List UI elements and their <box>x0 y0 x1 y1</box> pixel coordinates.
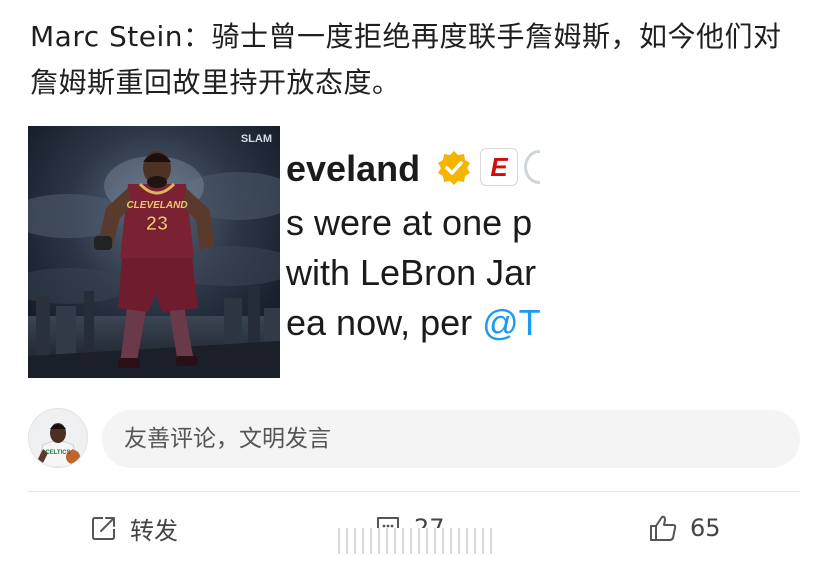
repost-label: 转发 <box>130 516 178 545</box>
tweet-account-name: eveland <box>286 148 421 189</box>
poster-jersey-team: CLEVELAND <box>126 200 187 211</box>
poster-jersey-number: 23 <box>146 213 168 235</box>
thumbs-up-icon <box>650 515 677 541</box>
like-count: 65 <box>690 514 721 542</box>
tweet-mention: @T <box>482 302 540 343</box>
tweet-line-1: s were at one p <box>286 202 533 243</box>
tweet-line-3-text: ea now, per <box>286 302 483 343</box>
loading-overlay-strip <box>332 528 498 554</box>
tweet-screenshot-image[interactable]: eveland E s were at one p with LeBron Ja… <box>286 130 540 370</box>
share-out-icon <box>92 517 115 540</box>
verified-badge-icon <box>438 151 470 185</box>
divider <box>28 491 800 492</box>
lebron-poster-image[interactable]: CLEVELAND 23 SLAM <box>28 126 280 378</box>
tweet-line-3: ea now, per @T <box>286 302 540 344</box>
espn-logo-glyph: E <box>490 152 508 182</box>
avatar[interactable]: CELTICS <box>28 408 88 468</box>
tweet-line-2: with LeBron Jar <box>286 252 537 293</box>
avatar-jersey-text: CELTICS <box>45 450 70 456</box>
post-text: Marc Stein：骑士曾一度拒绝再度联手詹姆斯，如今他们对詹姆斯重回故里持开… <box>30 20 782 99</box>
at-symbol-icon <box>524 150 540 184</box>
repost-button[interactable]: 转发 <box>90 506 178 550</box>
comment-input[interactable] <box>102 410 800 468</box>
avatar-image: CELTICS <box>29 409 87 467</box>
espn-logo-icon: E <box>480 148 518 186</box>
poster-illustration: CLEVELAND 23 SLAM <box>28 126 280 378</box>
like-button[interactable]: 65 <box>648 506 721 550</box>
slam-watermark: SLAM <box>241 133 272 145</box>
